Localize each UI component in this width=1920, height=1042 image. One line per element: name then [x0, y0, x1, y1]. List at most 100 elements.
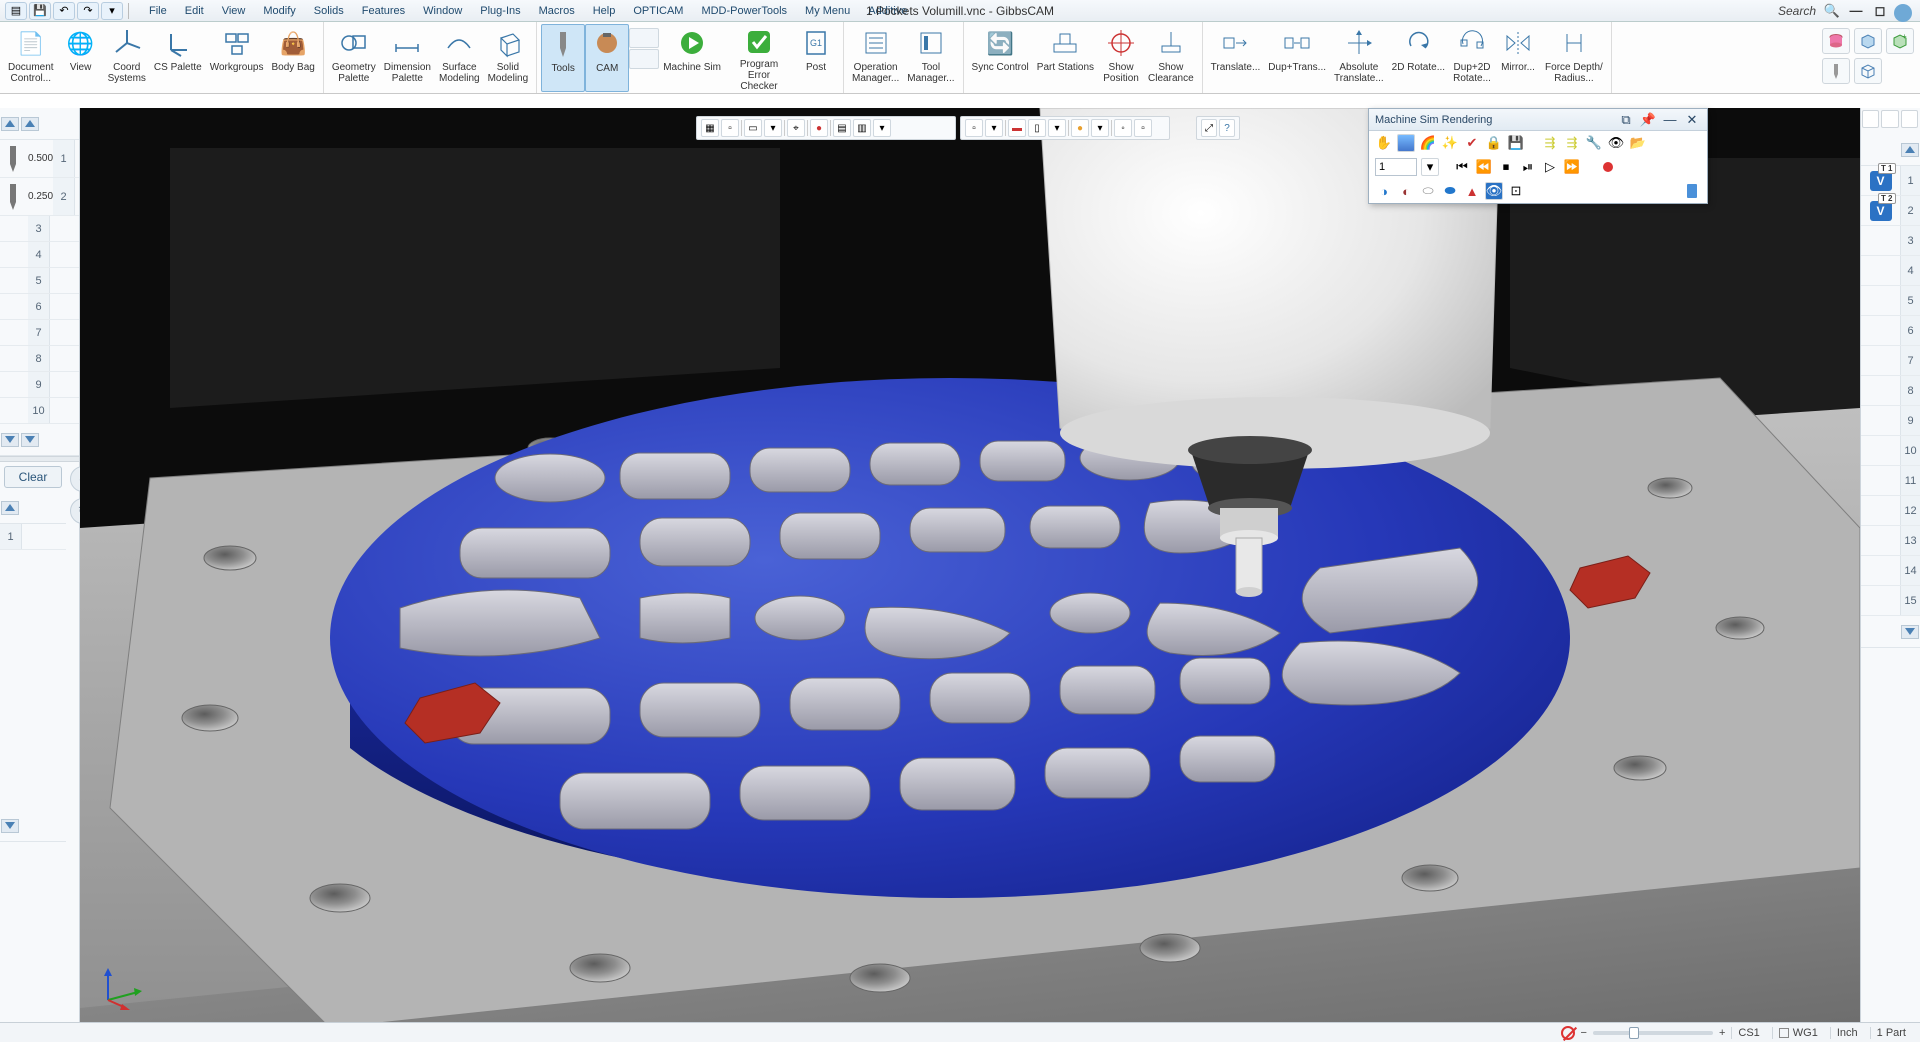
marker1-icon[interactable]: ⇶ — [1541, 134, 1559, 152]
rbn-machine-sim[interactable]: Machine Sim — [659, 24, 725, 92]
rbn-dup-trans[interactable]: Dup+Trans... — [1264, 24, 1330, 92]
rp-tool-2[interactable] — [1881, 110, 1898, 128]
cylinder-icon[interactable] — [1822, 28, 1850, 54]
vt1-btn[interactable]: ▭ — [744, 119, 762, 137]
panel-close-icon[interactable]: ✕ — [1683, 111, 1701, 129]
rbn-tools[interactable]: Tools — [541, 24, 585, 92]
tool-slot-empty[interactable]: 8 — [0, 346, 79, 372]
rbn-part-stations[interactable]: Part Stations — [1033, 24, 1098, 92]
menu-modify[interactable]: Modify — [255, 3, 303, 19]
tool-slot-empty[interactable]: 7 — [0, 320, 79, 346]
panel-dock-icon[interactable]: ⧉ — [1617, 111, 1635, 129]
vt2-btn[interactable]: ◦ — [1114, 119, 1132, 137]
machine-sim-rendering-panel[interactable]: Machine Sim Rendering ⧉ 📌 — ✕ ✋ 🌈 ✨ ✔ 🔒 … — [1368, 108, 1708, 204]
op-slot-empty[interactable]: 15 — [1861, 586, 1920, 616]
3d-viewport[interactable] — [80, 108, 1860, 1022]
rbn-surface-modeling[interactable]: SurfaceModeling — [435, 24, 484, 92]
vt2-btn[interactable]: ▯ — [1028, 119, 1046, 137]
palette-down-arrow-2[interactable] — [21, 433, 39, 447]
vt1-btn[interactable]: ● — [810, 119, 828, 137]
rbn-show-clearance[interactable]: ShowClearance — [1144, 24, 1198, 92]
rbn-mini-2[interactable] — [629, 49, 659, 69]
qa-more-icon[interactable]: ▾ — [101, 2, 123, 20]
rainbow-icon[interactable]: 🌈 — [1419, 134, 1437, 152]
qa-redo-icon[interactable]: ↷ — [77, 2, 99, 20]
rbn-dup-2d-rotate[interactable]: Dup+2DRotate... — [1449, 24, 1495, 92]
zoom-slider[interactable] — [1593, 1031, 1713, 1035]
unit-indicator[interactable]: Inch — [1837, 1027, 1858, 1039]
menu-file[interactable]: File — [141, 3, 175, 19]
folder-open-icon[interactable]: 📂 — [1629, 134, 1647, 152]
stock-icon[interactable] — [1683, 182, 1701, 200]
step-icon[interactable]: ⏯ — [1519, 158, 1537, 176]
rbn-2d-rotate[interactable]: 2D Rotate... — [1388, 24, 1449, 92]
op-slot-empty[interactable]: 6 — [1861, 316, 1920, 346]
panel-pin-icon[interactable]: 📌 — [1639, 111, 1657, 129]
panel-minimize-icon[interactable]: — — [1661, 111, 1679, 129]
vt2-btn[interactable]: ▫ — [965, 119, 983, 137]
op-slot-empty[interactable]: 7 — [1861, 346, 1920, 376]
op-slot-empty[interactable]: 12 — [1861, 496, 1920, 526]
tool-icon[interactable] — [1822, 58, 1850, 84]
cube-add-icon[interactable]: + — [1886, 28, 1914, 54]
rbn-mini-1[interactable] — [629, 28, 659, 48]
rbn-program-error-checker[interactable]: ProgramError Checker — [725, 24, 793, 92]
rbn-body-bag[interactable]: 👜Body Bag — [267, 24, 318, 92]
vt2-btn[interactable]: ▫ — [1134, 119, 1152, 137]
op-slot-empty[interactable]: 14 — [1861, 556, 1920, 586]
rbn-geometry-palette[interactable]: GeometryPalette — [328, 24, 380, 92]
menu-window[interactable]: Window — [415, 3, 470, 19]
op-slot-empty[interactable]: 13 — [1861, 526, 1920, 556]
menu-view[interactable]: View — [214, 3, 254, 19]
op-slot-empty[interactable]: 9 — [1861, 406, 1920, 436]
play-icon[interactable]: ▷ — [1541, 158, 1559, 176]
help-icon[interactable]: ? — [1219, 119, 1235, 137]
rp-tool-3[interactable] — [1901, 110, 1918, 128]
menu-edit[interactable]: Edit — [177, 3, 212, 19]
frame-dropdown[interactable]: ▾ — [1421, 158, 1439, 176]
marker2-icon[interactable]: ⇶ — [1563, 134, 1581, 152]
rbn-tool-manager[interactable]: ToolManager... — [903, 24, 958, 92]
rp-tool-1[interactable] — [1862, 110, 1879, 128]
clear-button[interactable]: Clear — [4, 466, 62, 488]
rbn-abs-translate[interactable]: AbsoluteTranslate... — [1330, 24, 1388, 92]
part-indicator[interactable]: 1 Part — [1877, 1027, 1906, 1039]
rbn-force-depth-radius[interactable]: Force Depth/Radius... — [1541, 24, 1607, 92]
op-slot[interactable]: VT 22 — [1861, 196, 1920, 226]
user-avatar-icon[interactable] — [1894, 4, 1912, 22]
vt1-btn[interactable]: ▫ — [721, 119, 739, 137]
search-icon[interactable]: 🔍 — [1822, 3, 1842, 19]
tool-slot-empty[interactable]: 4 — [0, 242, 79, 268]
qa-new-icon[interactable]: ▤ — [5, 2, 27, 20]
vis-5-icon[interactable]: ▲ — [1463, 182, 1481, 200]
rbn-operation-manager[interactable]: OperationManager... — [848, 24, 903, 92]
rbn-show-position[interactable]: ShowPosition — [1098, 24, 1144, 92]
rbn-cs-palette[interactable]: CS Palette — [150, 24, 206, 92]
rbn-post[interactable]: G1Post — [793, 24, 839, 92]
op-slot-empty[interactable]: 3 — [1861, 226, 1920, 256]
vt1-btn[interactable]: ⌖ — [787, 119, 805, 137]
menu-opticam[interactable]: OPTICAM — [625, 3, 691, 19]
hand-icon[interactable]: ✋ — [1375, 134, 1393, 152]
rbn-document-control[interactable]: 📄DocumentControl... — [4, 24, 58, 92]
vt2-btn[interactable]: ▾ — [1048, 119, 1066, 137]
vt2-btn[interactable]: ● — [1071, 119, 1089, 137]
eye-icon[interactable]: 👁 — [1607, 134, 1625, 152]
rbn-cam[interactable]: CAM — [585, 24, 629, 92]
op-slot[interactable]: VT 11 — [1861, 166, 1920, 196]
cube-icon[interactable] — [1854, 28, 1882, 54]
maximize-icon[interactable]: ◻ — [1870, 3, 1890, 19]
vis-1-icon[interactable]: ◑ — [1375, 182, 1393, 200]
vt1-btn[interactable]: ▾ — [873, 119, 891, 137]
palette-up-arrow[interactable] — [1, 117, 19, 131]
rbn-translate[interactable]: Translate... — [1207, 24, 1265, 92]
menu-mdd[interactable]: MDD-PowerTools — [693, 3, 795, 19]
qa-save-icon[interactable]: 💾 — [29, 2, 51, 20]
wg-indicator[interactable]: WG1 — [1793, 1027, 1818, 1039]
op-slot-empty[interactable]: 8 — [1861, 376, 1920, 406]
menu-features[interactable]: Features — [354, 3, 413, 19]
op-slot-empty[interactable]: 4 — [1861, 256, 1920, 286]
palette2-down-arrow[interactable] — [1, 819, 19, 833]
op-slot-empty[interactable]: 11 — [1861, 466, 1920, 496]
rbn-view[interactable]: 🌐View — [58, 24, 104, 92]
